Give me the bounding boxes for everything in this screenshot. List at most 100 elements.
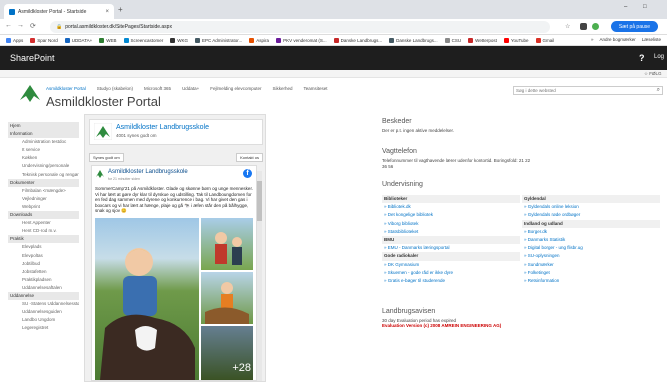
link-gratis-e-bøger-til-studerende[interactable]: » Gratis e-bøger til studerende bbox=[382, 277, 520, 285]
bookmark-danske-landbrugs[interactable]: Danske Landbrugs... bbox=[333, 37, 382, 43]
bookmark-danske-landbrugs[interactable]: Danske Landbrugs... bbox=[389, 37, 438, 43]
link-bibliotek-dk[interactable]: » Bibliotek.dk bbox=[382, 203, 520, 211]
profile-pause-button[interactable]: Sæt på pause bbox=[611, 21, 658, 32]
browser-tab[interactable]: Asmildkloster Portal - Startside × bbox=[4, 4, 114, 19]
help-button[interactable]: ? bbox=[639, 53, 645, 63]
follow-button[interactable]: ☆ FØLG bbox=[644, 71, 662, 77]
nav-item-praktikpladsen[interactable]: Praktikpladsen bbox=[8, 276, 79, 284]
reload-icon[interactable]: ⟳ bbox=[30, 22, 36, 30]
site-title[interactable]: Asmildkloster Portal bbox=[46, 94, 161, 109]
link-su-oplysningen[interactable]: » SU-oplysningen bbox=[522, 252, 660, 260]
back-icon[interactable]: ← bbox=[5, 22, 12, 29]
post-photo-grid[interactable]: +28 bbox=[95, 218, 253, 380]
photo-more[interactable]: +28 bbox=[201, 326, 253, 380]
link-det-kongelige-bibliotek[interactable]: » Det kongelige bibliotek bbox=[382, 211, 520, 219]
nav-item-it-service[interactable]: It service bbox=[8, 146, 79, 154]
post-author-link[interactable]: Asmildkloster Landbrugsskole bbox=[108, 169, 188, 175]
site-search-input[interactable]: Søg i dette websted ⌕ bbox=[513, 86, 663, 95]
facebook-icon[interactable]: f bbox=[243, 169, 252, 178]
link-emu-danmarks-læringsportal[interactable]: » EMU - Danmarks læringsportal bbox=[382, 244, 520, 252]
nav-heading-downloads[interactable]: Downloads bbox=[8, 211, 79, 220]
school-name-link[interactable]: Asmildkloster Landbrugsskole bbox=[116, 124, 209, 131]
nav-item-køkken[interactable]: Køkken bbox=[8, 154, 79, 162]
extension-icon[interactable] bbox=[580, 23, 587, 30]
bookmark-pkv-venderomat-s[interactable]: PKV venderomat (S... bbox=[276, 37, 327, 43]
nav-item-uddannelsesaftalen[interactable]: Uddannelsesaftalen bbox=[8, 284, 79, 292]
link-skuemen-gode-råd-er-ikke-dyre[interactable]: » Skuemen - gode råd er ikke dyre bbox=[382, 269, 520, 277]
bookmark-web[interactable]: WEB bbox=[99, 37, 117, 43]
bookmark-youtube[interactable]: YouTube bbox=[503, 37, 529, 43]
star-icon[interactable]: ☆ bbox=[565, 23, 572, 30]
bookmark-epc-administrator[interactable]: EPC Administrator... bbox=[195, 37, 242, 43]
nav-item-jobtilbud[interactable]: Jobtilbud bbox=[8, 260, 79, 268]
link-digital-borger-ung-flisbr-ug[interactable]: » Digital borger - ung flisbr.ug bbox=[522, 244, 660, 252]
maximize-button[interactable]: □ bbox=[643, 4, 647, 10]
nav-item-elevplads[interactable]: Elevplads bbox=[8, 243, 79, 251]
topnav-item-microsoft-365[interactable]: Microsoft 365 bbox=[144, 86, 171, 91]
nav-heading-uddannelse[interactable]: Uddannelse bbox=[8, 291, 79, 301]
contact-button[interactable]: Kontakt os bbox=[236, 152, 263, 162]
nav-item-uddannelsesguiden[interactable]: Uddannelsesguiden bbox=[8, 308, 79, 316]
nav-item-elevpoltas[interactable]: Elevpoltas bbox=[8, 252, 79, 260]
topnav-item-studyo-skabelon[interactable]: Studyo (skabelon) bbox=[97, 86, 133, 91]
photo-children-2[interactable] bbox=[201, 272, 253, 324]
nav-item-webprint[interactable]: Webprint bbox=[8, 203, 79, 211]
link-danmarks-statistik[interactable]: » Danmarks Statistik bbox=[522, 236, 660, 244]
bookmark-wkg[interactable]: WKG bbox=[170, 37, 188, 43]
feed-scrollbar[interactable] bbox=[257, 171, 262, 381]
bookmark-screencastomer[interactable]: Screencastomer bbox=[123, 37, 163, 43]
login-link[interactable]: Log bbox=[654, 54, 664, 60]
bookmark-apps[interactable]: Apps bbox=[6, 37, 23, 43]
nav-heading-hjem[interactable]: Hjem bbox=[8, 122, 79, 131]
site-logo-icon[interactable] bbox=[18, 82, 42, 104]
nav-item-undervisning-personale[interactable]: Undervisning/personale bbox=[8, 162, 79, 170]
link-retsinformation[interactable]: » Retsinformation bbox=[522, 277, 660, 285]
bookmark-wetterpost[interactable]: Wetterpost bbox=[468, 37, 497, 43]
topnav-item-sikkerhed[interactable]: Sikkerhed bbox=[272, 86, 292, 91]
topnav-item-fejlmelding-elevcomputer[interactable]: Fejlmelding elevcomputer bbox=[210, 86, 261, 91]
nav-item-teknisk-personale-og-rengøringsservice[interactable]: Teknisk personale og rengøringsservice bbox=[8, 171, 79, 179]
photo-children-1[interactable] bbox=[201, 218, 253, 270]
nav-item-jobstafetten[interactable]: Jobstafetten bbox=[8, 268, 79, 276]
scrollbar-thumb[interactable] bbox=[257, 181, 262, 221]
topnav-item-uddata[interactable]: Uddata+ bbox=[182, 86, 199, 91]
search-icon[interactable]: ⌕ bbox=[657, 87, 660, 94]
nav-item-su-statens-uddannelsesstøtte[interactable]: SU -Statens Uddannelsesstøtte bbox=[8, 300, 79, 308]
link-viborg-bibliotek[interactable]: » Viborg bibliotek bbox=[382, 220, 520, 228]
nav-item-administration-testdoc[interactable]: Administration testdoc bbox=[8, 138, 79, 146]
topnav-item-teamsiteset[interactable]: Teamsiteset bbox=[304, 86, 328, 91]
link-gyldendals-online-leksion[interactable]: » Gyldendals online leksion bbox=[522, 203, 660, 211]
link-borger-dk[interactable]: » Borger.dk bbox=[522, 228, 660, 236]
other-bookmarks-button[interactable]: Andre bogmærker bbox=[599, 37, 635, 42]
like-page-button[interactable]: Synes godt om bbox=[89, 152, 124, 162]
nav-heading-dokumenter[interactable]: Dokumenter bbox=[8, 178, 79, 187]
link-dk-gymnasium[interactable]: » DK Gymnasium bbox=[382, 261, 520, 269]
bookmark-uddata[interactable]: UDDATA+ bbox=[64, 37, 92, 43]
link-folketinget[interactable]: » Folketinget bbox=[522, 269, 660, 277]
photo-boy-with-calf[interactable] bbox=[95, 218, 199, 380]
url-field[interactable]: 🔒 portal.asmildkloster.dk/SitePages/Star… bbox=[50, 21, 550, 33]
nav-item-vejledninger[interactable]: Vejledninger bbox=[8, 195, 79, 203]
link-gyldendals-røde-ordbøger[interactable]: » Gyldendals røde ordbøger bbox=[522, 211, 660, 219]
nav-item-hent-cd-rod-m-v[interactable]: Hent CD-rod m.v. bbox=[8, 227, 79, 235]
new-tab-button[interactable]: + bbox=[118, 5, 123, 14]
minimize-button[interactable]: – bbox=[624, 4, 627, 10]
bookmark-aspira[interactable]: Aspira bbox=[249, 37, 269, 43]
sharepoint-brand-link[interactable]: SharePoint bbox=[10, 53, 55, 63]
forward-icon[interactable]: → bbox=[17, 22, 24, 29]
nav-heading-praktik[interactable]: Praktik bbox=[8, 235, 79, 244]
bookmark-gmail[interactable]: Gmail bbox=[535, 37, 554, 43]
nav-item-filmbalan-mængde[interactable]: Filmbalan <mængde> bbox=[8, 187, 79, 195]
bookmark-csu[interactable]: CSU bbox=[444, 37, 461, 43]
bookmarks-overflow-button[interactable]: » bbox=[591, 37, 594, 42]
close-tab-icon[interactable]: × bbox=[105, 9, 109, 15]
nav-item-landbo-ungdom[interactable]: Landbo Ungdom bbox=[8, 316, 79, 324]
topnav-item-asmildkloster-portal[interactable]: Asmildkloster Portal bbox=[46, 86, 86, 91]
link-statsbiblioteket[interactable]: » Statsbiblioteket bbox=[382, 228, 520, 236]
link-sundmærker[interactable]: » Sundmærker bbox=[522, 261, 660, 269]
nav-heading-information[interactable]: Information bbox=[8, 130, 79, 139]
bookmark-spar-nord[interactable]: Spar Nord bbox=[30, 37, 58, 43]
nav-item-hent-appenter[interactable]: Hent Appenter bbox=[8, 219, 79, 227]
account-icon[interactable] bbox=[592, 23, 599, 30]
nav-item-legeregistret[interactable]: Legeregistret bbox=[8, 324, 79, 332]
